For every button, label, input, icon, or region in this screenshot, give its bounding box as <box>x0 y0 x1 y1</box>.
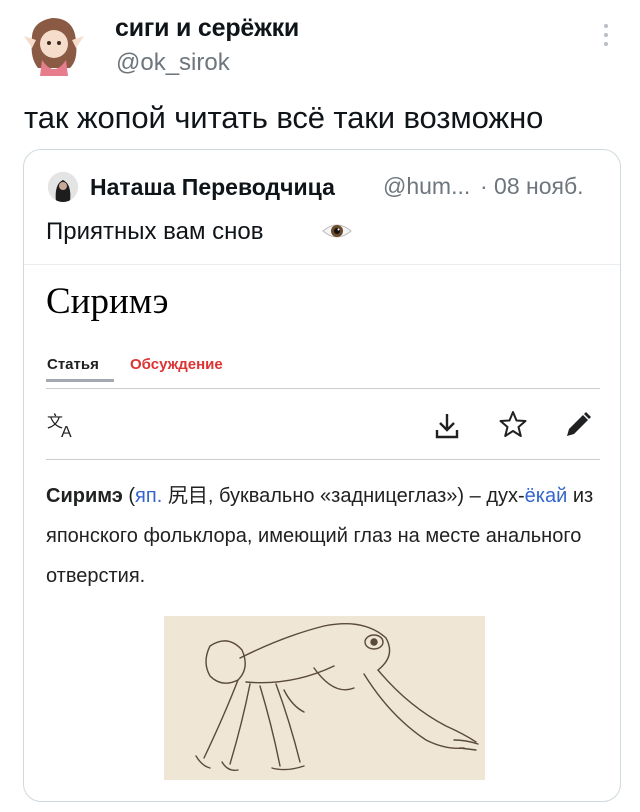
author-avatar[interactable] <box>18 8 90 80</box>
article-paren-open: ( <box>122 485 136 507</box>
tabs-divider <box>46 388 600 389</box>
link-japanese[interactable]: яп. <box>135 485 162 507</box>
quoted-tweet-text: Приятных вам снов <box>46 218 264 245</box>
svg-text:A: A <box>61 424 72 440</box>
quoted-tweet-card[interactable]: Наташа Переводчица @hum... · 08 нояб. Пр… <box>23 149 621 802</box>
download-icon[interactable] <box>434 412 460 440</box>
tab-article[interactable]: Статья <box>47 356 99 373</box>
translate-icon[interactable]: 文 A <box>46 410 80 441</box>
active-tab-indicator <box>46 379 114 382</box>
quoted-author-name[interactable]: Наташа Переводчица <box>90 174 335 201</box>
more-options-icon[interactable] <box>600 24 612 54</box>
article-text-part: , буквально «задницеглаз») – дух- <box>207 485 525 507</box>
article-term: Сиримэ <box>46 485 123 507</box>
shirime-illustration <box>164 616 485 780</box>
wiki-article-paragraph: Сиримэ (яп. 尻目, буквально «задницеглаз»)… <box>46 476 606 596</box>
author-handle[interactable]: @ok_sirok <box>116 49 230 77</box>
pencil-icon[interactable] <box>564 411 592 439</box>
article-kanji: 尻目 <box>162 485 208 507</box>
wiki-article-title: Сиримэ <box>46 281 169 322</box>
author-name[interactable]: сиги и серёжки <box>115 14 299 43</box>
star-icon[interactable] <box>499 410 527 438</box>
tab-discussion[interactable]: Обсуждение <box>130 356 223 373</box>
tweet-text: так жопой читать всё таки возможно <box>24 100 544 135</box>
quoted-author-handle[interactable]: @hum... <box>383 173 470 200</box>
eye-icon <box>321 219 353 243</box>
tools-divider <box>46 459 600 460</box>
quoted-author-avatar[interactable] <box>48 172 78 202</box>
quoted-tweet-date[interactable]: · 08 нояб. <box>480 173 584 200</box>
wiki-top-divider <box>24 264 620 265</box>
link-yokai[interactable]: ёкай <box>525 485 568 507</box>
